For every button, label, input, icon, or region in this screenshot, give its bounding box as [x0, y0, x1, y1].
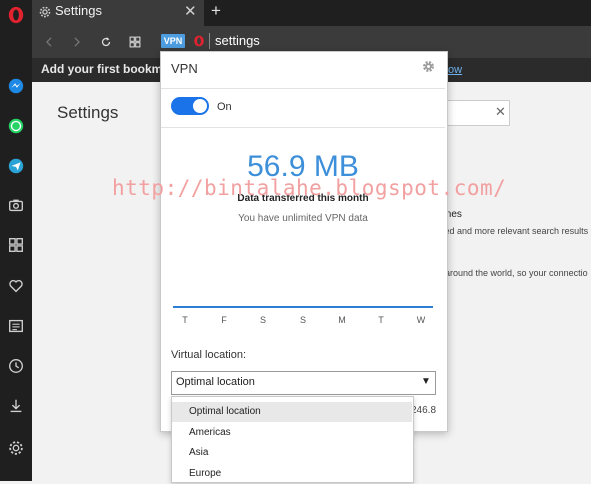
- day-label: F: [221, 315, 227, 325]
- bookmark-link[interactable]: ow: [448, 64, 462, 76]
- tab-title: Settings: [55, 3, 102, 18]
- gear-icon[interactable]: [421, 59, 436, 74]
- telegram-icon[interactable]: [4, 154, 28, 178]
- camera-icon[interactable]: [4, 193, 28, 217]
- new-tab-button[interactable]: +: [211, 1, 221, 21]
- clear-search-icon[interactable]: ✕: [495, 104, 506, 120]
- settings-icon[interactable]: [4, 436, 28, 460]
- messenger-icon[interactable]: [4, 74, 28, 98]
- back-icon[interactable]: [39, 32, 59, 52]
- settings-tab-icon: [38, 5, 52, 19]
- heart-icon[interactable]: [4, 274, 28, 298]
- vpn-popup-title: VPN: [171, 61, 198, 76]
- url-field[interactable]: settings: [215, 33, 260, 48]
- settings-text: s around the world, so your connectio: [438, 268, 588, 278]
- virtual-location-label: Virtual location:: [171, 349, 247, 361]
- location-option-optimal[interactable]: Optimal location: [172, 402, 412, 422]
- day-label: M: [338, 315, 346, 325]
- speed-dial-icon[interactable]: [4, 233, 28, 257]
- url-separator: [209, 33, 210, 49]
- unlimited-data-note: You have unlimited VPN data: [238, 213, 368, 224]
- download-icon[interactable]: [4, 394, 28, 418]
- option-label: Europe: [189, 468, 222, 479]
- whatsapp-icon[interactable]: [4, 114, 28, 138]
- toggle-knob: [193, 99, 207, 113]
- option-label: Americas: [189, 427, 231, 438]
- settings-text: ized and more relevant search results: [438, 226, 589, 236]
- day-label: T: [182, 315, 188, 325]
- reload-icon[interactable]: [96, 32, 116, 52]
- usage-chart-baseline: [173, 306, 433, 308]
- close-tab-icon[interactable]: ✕: [184, 2, 197, 20]
- location-option-europe[interactable]: Europe: [172, 464, 412, 484]
- vpn-badge[interactable]: VPN: [161, 34, 185, 48]
- option-label: Asia: [189, 447, 209, 458]
- tab-grid-icon[interactable]: [125, 32, 145, 52]
- day-label: S: [299, 315, 306, 325]
- chevron-down-icon[interactable]: ▼: [421, 376, 431, 387]
- divider: [161, 127, 445, 128]
- location-option-asia[interactable]: Asia: [172, 443, 412, 463]
- option-label: Optimal location: [189, 406, 261, 417]
- opera-logo-icon[interactable]: [4, 3, 28, 27]
- day-label: S: [259, 315, 266, 325]
- location-option-americas[interactable]: Americas: [172, 423, 412, 443]
- ip-address-fragment: 246.8: [411, 405, 437, 416]
- history-icon[interactable]: [4, 354, 28, 378]
- day-label: W: [416, 315, 426, 325]
- forward-icon[interactable]: [67, 32, 87, 52]
- opera-page-icon: [193, 34, 205, 48]
- watermark-text: http://bintalahe.blogspot.com/: [112, 176, 507, 200]
- news-icon[interactable]: [4, 314, 28, 338]
- toggle-label: On: [217, 101, 232, 113]
- day-label: T: [378, 315, 384, 325]
- page-title: Settings: [57, 103, 119, 122]
- divider: [161, 88, 445, 89]
- selected-location: Optimal location: [176, 376, 255, 388]
